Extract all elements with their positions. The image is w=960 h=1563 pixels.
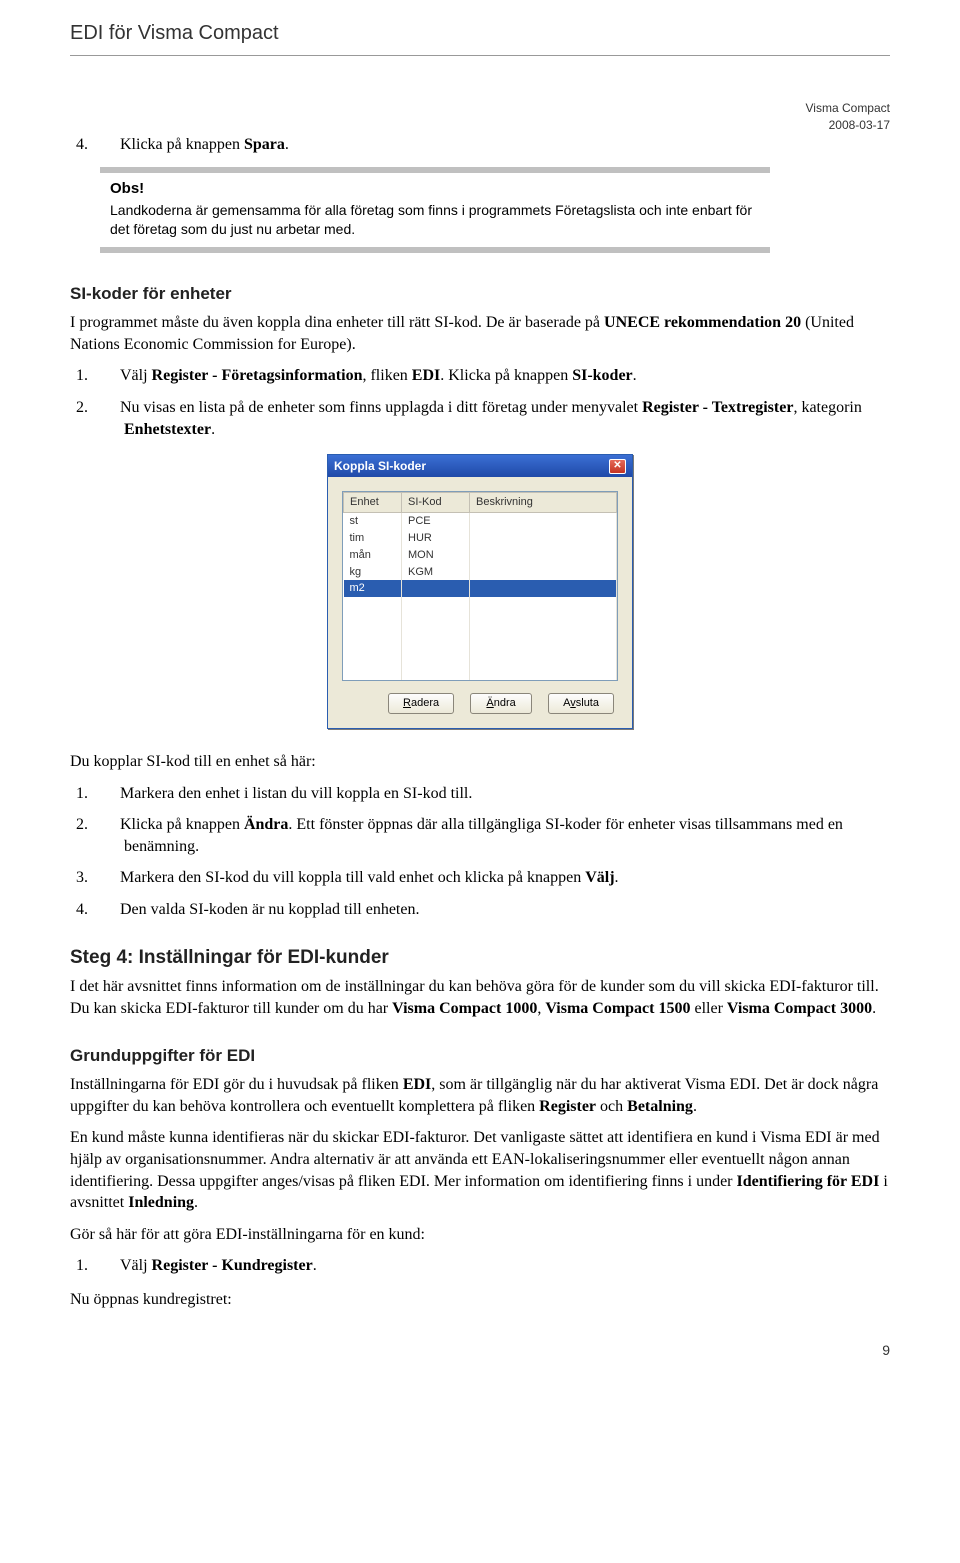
paragraph: En kund måste kunna identifieras när du …: [70, 1127, 890, 1213]
avsluta-button[interactable]: Avsluta: [548, 693, 614, 714]
meta-product: Visma Compact: [806, 100, 890, 117]
table-row[interactable]: kgKGM: [344, 564, 617, 581]
section-step4-heading: Steg 4: Inställningar för EDI-kunder: [70, 945, 890, 971]
paragraph: I det här avsnittet finns information om…: [70, 976, 890, 1019]
paragraph: Du kopplar SI-kod till en enhet så här:: [70, 751, 890, 773]
table-row-selected[interactable]: m2: [344, 580, 617, 597]
dialog-title-text: Koppla SI-koder: [334, 458, 426, 474]
list-item: 3.Markera den SI-kod du vill koppla till…: [100, 867, 890, 889]
list-koppla-steps: 1.Markera den enhet i listan du vill kop…: [70, 783, 890, 921]
meta-date: 2008-03-17: [806, 117, 890, 134]
list-item: 1.Välj Register - Företagsinformation, f…: [100, 365, 890, 387]
table-row[interactable]: .: [344, 597, 617, 614]
dialog-button-row: Radera Ändra Avsluta: [342, 681, 618, 718]
list-item: 4.Den valda SI-koden är nu kopplad till …: [100, 899, 890, 921]
header-meta: Visma Compact 2008-03-17: [806, 100, 890, 134]
paragraph: Inställningarna för EDI gör du i huvudsa…: [70, 1074, 890, 1117]
header-title: EDI för Visma Compact: [70, 22, 279, 44]
table-row[interactable]: timHUR: [344, 530, 617, 547]
paragraph: Gör så här för att göra EDI-inställninga…: [70, 1224, 890, 1246]
list-si-steps: 1.Välj Register - Företagsinformation, f…: [70, 365, 890, 440]
page-number: 9: [70, 1341, 890, 1360]
grid[interactable]: Enhet SI-Kod Beskrivning stPCE timHUR må…: [342, 491, 618, 681]
note-box: Obs! Landkoderna är gemensamma för alla …: [100, 167, 770, 253]
table-row[interactable]: .: [344, 648, 617, 665]
table-row[interactable]: stPCE: [344, 512, 617, 529]
list-item: 1.Välj Register - Kundregister.: [100, 1255, 890, 1277]
list-item: 4.Klicka på knappen Spara.: [100, 134, 890, 156]
note-title: Obs!: [110, 179, 760, 199]
dialog-body: Enhet SI-Kod Beskrivning stPCE timHUR må…: [328, 477, 632, 728]
list-item: 2.Klicka på knappen Ändra. Ett fönster ö…: [100, 814, 890, 857]
table-row[interactable]: månMON: [344, 547, 617, 564]
col-si-kod[interactable]: SI-Kod: [402, 493, 470, 513]
dialog-titlebar[interactable]: Koppla SI-koder ✕: [328, 455, 632, 477]
section-si-heading: SI-koder för enheter: [70, 283, 890, 306]
page-header: EDI för Visma Compact: [70, 20, 890, 56]
col-enhet[interactable]: Enhet: [344, 493, 402, 513]
note-text: Landkoderna är gemensamma för alla föret…: [110, 201, 760, 239]
radera-button[interactable]: Radera: [388, 693, 454, 714]
table-row[interactable]: .: [344, 665, 617, 682]
table-row[interactable]: .: [344, 614, 617, 631]
paragraph: I programmet måste du även koppla dina e…: [70, 312, 890, 355]
section-grund-heading: Grunduppgifter för EDI: [70, 1045, 890, 1068]
list-grund-steps: 1.Välj Register - Kundregister.: [70, 1255, 890, 1277]
list-step-continue: 4.Klicka på knappen Spara.: [70, 134, 890, 156]
close-icon[interactable]: ✕: [609, 459, 626, 474]
paragraph: Nu öppnas kundregistret:: [70, 1289, 890, 1311]
list-item: 2.Nu visas en lista på de enheter som fi…: [100, 397, 890, 440]
col-beskrivning[interactable]: Beskrivning: [470, 493, 617, 513]
list-item: 1.Markera den enhet i listan du vill kop…: [100, 783, 890, 805]
table-row[interactable]: .: [344, 631, 617, 648]
dialog-koppla-si-koder: Koppla SI-koder ✕ Enhet SI-Kod Beskrivni…: [327, 454, 633, 729]
andra-button[interactable]: Ändra: [470, 693, 532, 714]
